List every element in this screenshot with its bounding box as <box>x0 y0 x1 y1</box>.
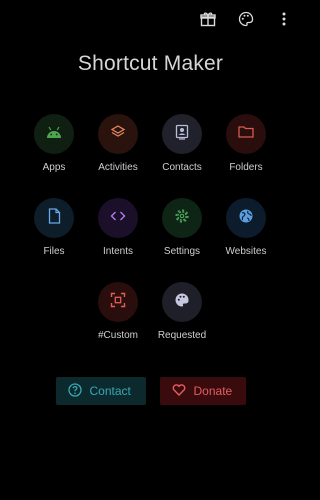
globe-icon <box>238 208 254 229</box>
tile-activities-circle <box>98 114 138 154</box>
contact-button[interactable]: Contact <box>55 377 146 405</box>
tile-label: Apps <box>42 162 66 173</box>
tile-requested-circle <box>162 282 202 322</box>
shortcut-grid-row-2: Files Intents Settings Websites <box>22 198 282 257</box>
layers-icon <box>110 124 126 145</box>
tile-label: Folders <box>229 162 263 173</box>
tile-folders[interactable]: Folders <box>214 114 278 173</box>
palette-icon[interactable] <box>237 10 255 28</box>
tile-intents[interactable]: Intents <box>86 198 150 257</box>
tile-folders-circle <box>226 114 266 154</box>
tile-label: Files <box>43 246 65 257</box>
page-title: Shortcut Maker <box>77 52 224 75</box>
gear-icon <box>174 208 190 229</box>
custom-frame-icon <box>110 292 126 313</box>
shortcut-grid-row-1: Apps Activities Contacts Folders <box>22 114 282 173</box>
donate-button-label: Donate <box>193 384 233 398</box>
tile-websites[interactable]: Websites <box>214 198 278 257</box>
tile-label: #Custom <box>97 330 138 341</box>
top-action-bar <box>199 10 293 28</box>
tile-activities[interactable]: Activities <box>86 114 150 173</box>
tile-requested[interactable]: Requested <box>150 282 214 341</box>
tile-contacts[interactable]: Contacts <box>150 114 214 173</box>
tile-custom-circle <box>98 282 138 322</box>
tile-websites-circle <box>226 198 266 238</box>
android-icon <box>45 125 63 144</box>
shortcut-grid-row-3: #Custom Requested <box>86 282 320 341</box>
heart-icon <box>172 383 186 399</box>
tile-files[interactable]: Files <box>22 198 86 257</box>
tile-contacts-circle <box>162 114 202 154</box>
tile-custom[interactable]: #Custom <box>86 282 150 341</box>
tile-apps[interactable]: Apps <box>22 114 86 173</box>
code-icon <box>110 209 126 227</box>
tile-apps-circle <box>34 114 74 154</box>
tile-files-circle <box>34 198 74 238</box>
folder-icon <box>238 125 254 143</box>
file-icon <box>48 207 61 229</box>
action-buttons: Contact Donate <box>0 377 301 405</box>
palette-icon <box>174 292 190 313</box>
tile-intents-circle <box>98 198 138 238</box>
tile-settings[interactable]: Settings <box>150 198 214 257</box>
tile-settings-circle <box>162 198 202 238</box>
more-vert-icon[interactable] <box>275 10 293 28</box>
contact-button-label: Contact <box>89 384 131 398</box>
donate-button[interactable]: Donate <box>159 377 246 405</box>
contact-icon <box>175 124 189 145</box>
help-icon <box>67 382 82 400</box>
tile-label: Activities <box>98 162 138 173</box>
tile-label: Contacts <box>162 162 202 173</box>
tile-label: Requested <box>157 330 207 341</box>
tile-label: Intents <box>102 246 134 257</box>
tile-label: Settings <box>163 246 201 257</box>
gift-icon[interactable] <box>199 10 217 28</box>
tile-label: Websites <box>225 246 267 257</box>
